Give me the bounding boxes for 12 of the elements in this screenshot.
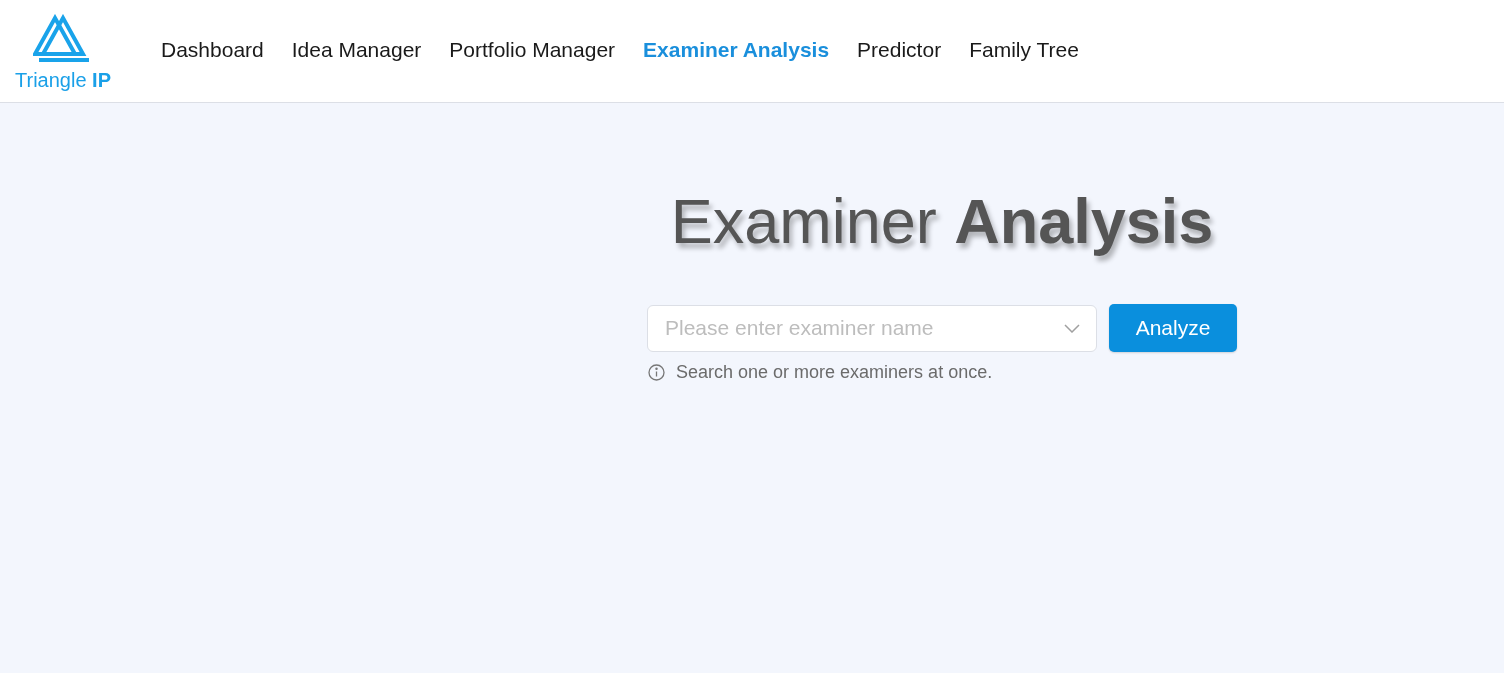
nav-link[interactable]: Idea Manager [291,34,422,66]
page-heading: Examiner Analysis [669,185,1215,258]
nav-link[interactable]: Portfolio Manager [449,34,616,66]
analyze-button[interactable]: Analyze [1109,304,1237,352]
nav-link[interactable]: Predictor [857,34,942,66]
chevron-down-icon[interactable] [1064,323,1080,333]
search-hint-text: Search one or more examiners at once. [676,361,993,384]
nav-link[interactable]: Family Tree [969,34,1079,66]
nav-link[interactable]: Dashboard [161,34,264,66]
nav-link[interactable]: Examiner Analysis [643,34,830,66]
examiner-search-field[interactable]: Please enter examiner name [647,304,1097,352]
info-icon [648,364,665,381]
